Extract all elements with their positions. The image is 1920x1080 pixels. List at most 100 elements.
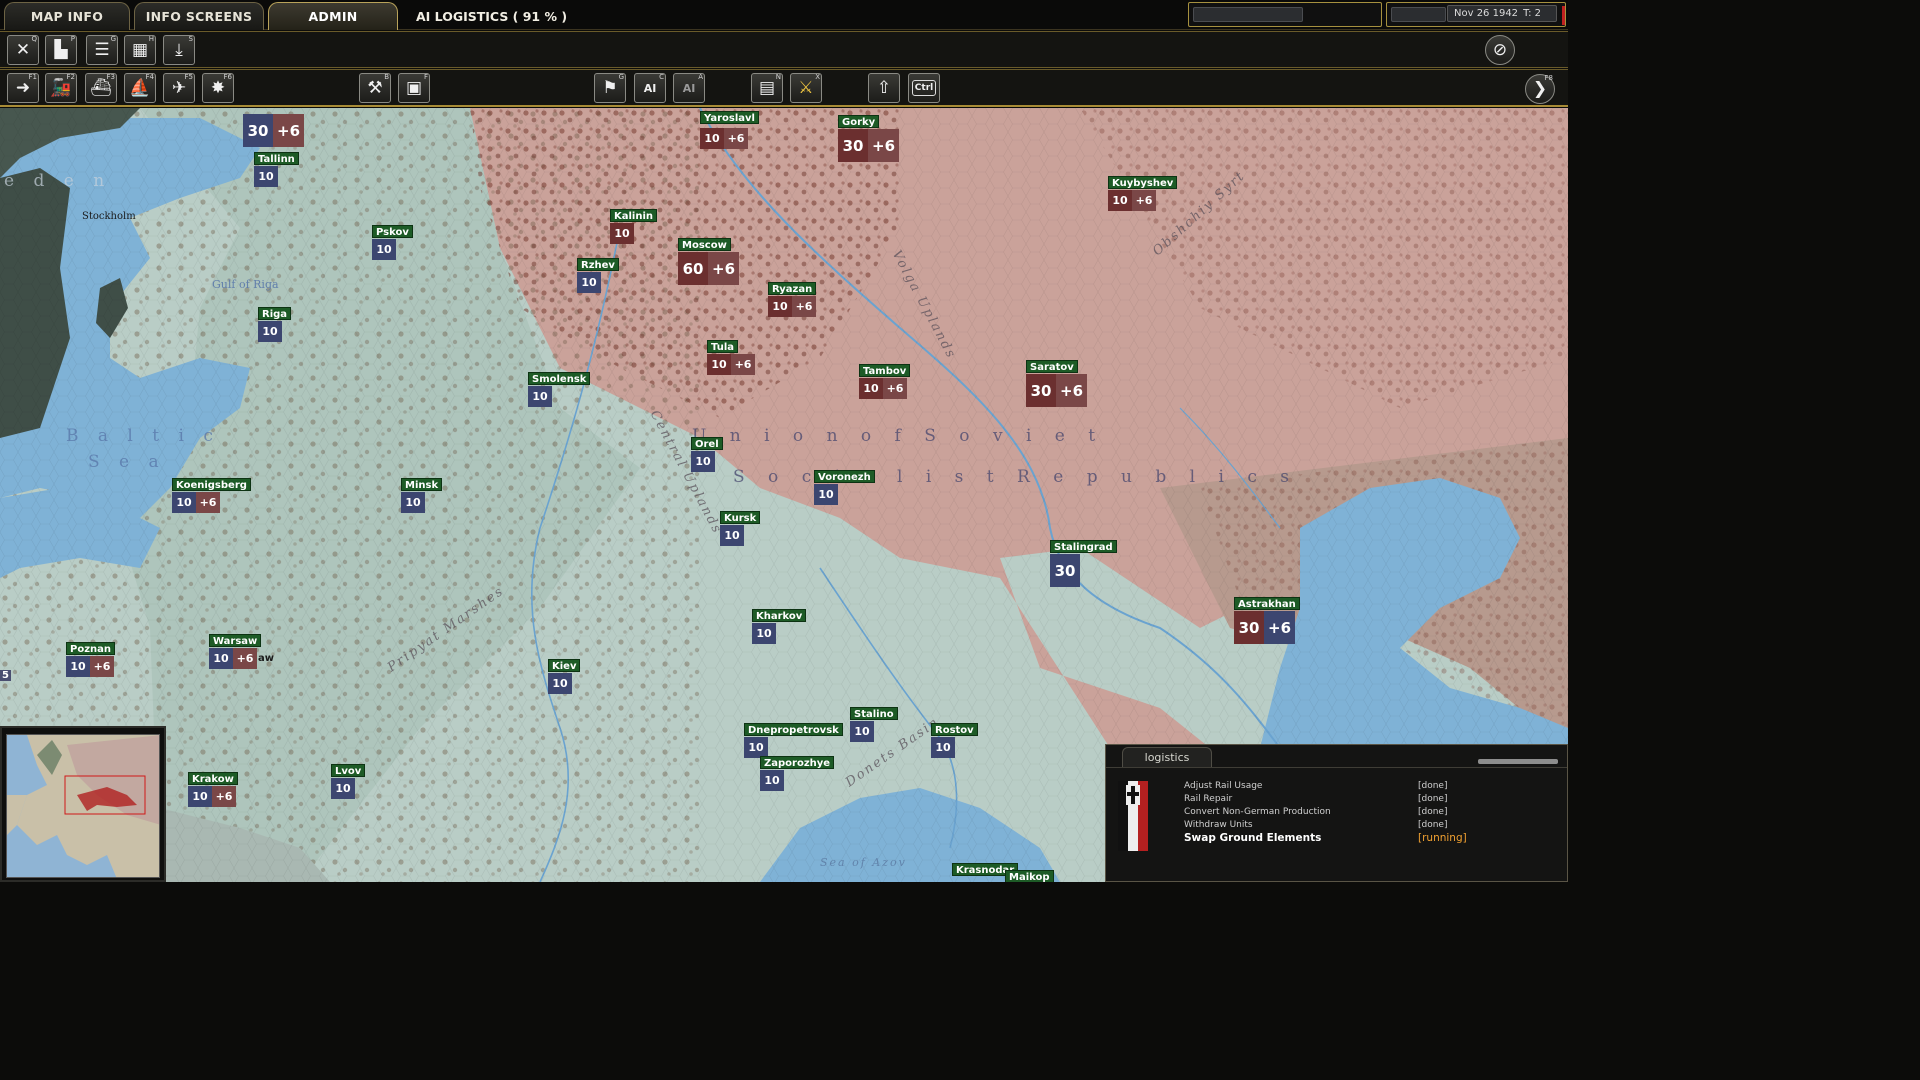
city-values: 10 [931,737,955,758]
build-button[interactable]: ⚒ B [359,73,391,103]
tab-admin[interactable]: ADMIN [268,2,398,30]
explosion-icon: ✸ [210,77,226,98]
city-vp: 30 [243,114,273,147]
bombard-mode-button[interactable]: ✸ F6 [202,73,234,103]
rail-mode-button[interactable]: 🚂 F2 [45,73,77,103]
panel-scroll-indicator[interactable] [1478,759,1558,764]
train-icon: 🚂 [50,77,72,98]
tab-label: logistics [1144,751,1190,764]
minimap-view[interactable] [6,734,160,878]
city-values: 30 [1050,554,1080,587]
city-name: Koenigsberg [172,478,251,491]
crossed-swords-icon: ⚔ [798,77,814,98]
city-vp: 10 [331,778,355,799]
city-vp: 10 [707,354,731,375]
hotkey-label: B [384,73,389,81]
tab-label: MAP INFO [30,9,104,24]
next-button[interactable]: ❯ F8 [1525,74,1555,104]
city-vp: 10 [528,386,552,407]
tab-logistics[interactable]: logistics [1122,747,1212,767]
city-name: Maikop [1005,870,1054,882]
naval-mode-button[interactable]: ⛴ F3 [85,73,117,103]
move-mode-button[interactable]: ➜ F1 [7,73,39,103]
hotkey-label: X [815,73,820,81]
city-vp: 10 [931,737,955,758]
shift-button[interactable]: ⇧ [868,73,900,103]
air-mode-button[interactable]: ✈ F5 [163,73,195,103]
city-vp: 10 [720,525,744,546]
city-vp: 10 [752,623,776,644]
save-button[interactable]: ⤓ S [163,35,195,65]
sea-label: Sea of Azov [820,856,907,869]
city-vp: 30 [838,129,868,162]
combat-button[interactable]: ⚔ X [790,73,822,103]
amphibious-mode-button[interactable]: ⛵ F4 [124,73,156,103]
list-button[interactable]: ☰ G [86,35,118,65]
city-vp: 10 [254,166,278,187]
city-values: 10 [372,239,396,260]
tab-info-screens[interactable]: INFO SCREENS [134,2,264,30]
ai-assist-button[interactable]: AI A [673,73,705,103]
city-values: 10 [760,770,784,791]
city-vp: 10 [814,484,838,505]
city-vp: 10 [610,223,634,244]
city-values: 10 +6 [66,656,114,677]
production-button[interactable]: ▙ P [45,35,77,65]
ai-label: AI [682,81,696,95]
city-name: Kuybyshev [1108,176,1178,189]
city-name: Tallinn [254,152,299,165]
message-bar [1193,7,1303,22]
boat-icon: ⛵ [129,77,151,98]
city-values: 10 +6 [188,786,236,807]
fort-button[interactable]: ▣ F [398,73,430,103]
hex-grid-button[interactable]: ▦ H [124,35,156,65]
ai-logistics-status: AI LOGISTICS ( 91 % ) [416,9,568,24]
hotkey-label: F6 [223,73,232,81]
side-indicator [1562,6,1565,25]
city-name: Smolensk [528,372,591,385]
date-display: Nov 26 1942 T: 2 [1447,5,1557,22]
city-name: Warsaw [209,634,262,647]
task-name: Convert Non-German Production [1184,807,1331,817]
parachute-icon: ✈ [171,77,187,98]
reports-button[interactable]: ▤ N [751,73,783,103]
exit-button[interactable]: ✕ Q [7,35,39,65]
city-values: 30 +6 [243,114,305,147]
city-values: 10 [331,778,355,799]
city-name: Lvov [331,764,366,777]
grid-icon: ▦ [131,39,149,60]
date-text: Nov 26 1942 [1454,8,1519,19]
city-name: Kiev [548,659,581,672]
tab-label: ADMIN [308,9,358,24]
list-icon: ☰ [94,39,110,60]
city-vp: 30 [1234,611,1264,644]
ai-command-button[interactable]: AI C [634,73,666,103]
german-flag-icon [1118,781,1148,851]
city-name: Astrakhan [1234,597,1300,610]
fort-icon: ▣ [405,77,423,98]
build-icon: ⚒ [367,77,383,98]
hotkey-label: F8 [1544,74,1553,82]
task-name: Rail Repair [1184,794,1233,804]
end-turn-button[interactable]: ⊘ [1485,35,1515,65]
turn-text: T: 2 [1523,8,1541,19]
hq-flag-button[interactable]: ⚑ G [594,73,626,103]
city-values: 10 +6 [700,128,748,149]
tab-map-info[interactable]: MAP INFO [4,2,130,30]
city-values: 10 [814,484,838,505]
hotkey-label: F1 [28,73,37,81]
city-values: 10 [610,223,634,244]
task-status: [done] [1418,781,1448,791]
edge-city-value: 5 [0,670,11,681]
city-name: Kursk [720,511,761,524]
ctrl-button[interactable]: Ctrl [908,73,940,103]
city-values: 10 [254,166,278,187]
city-vp: 10 [859,378,883,399]
compass-icon: ⊘ [1492,39,1508,60]
city-vp: 30 [1050,554,1080,587]
city-name: Stalino [850,707,898,720]
minimap[interactable] [0,726,166,882]
city-name: Riga [258,307,292,320]
stockholm-label: Stockholm [82,211,136,222]
city-bonus: +6 [273,114,305,147]
